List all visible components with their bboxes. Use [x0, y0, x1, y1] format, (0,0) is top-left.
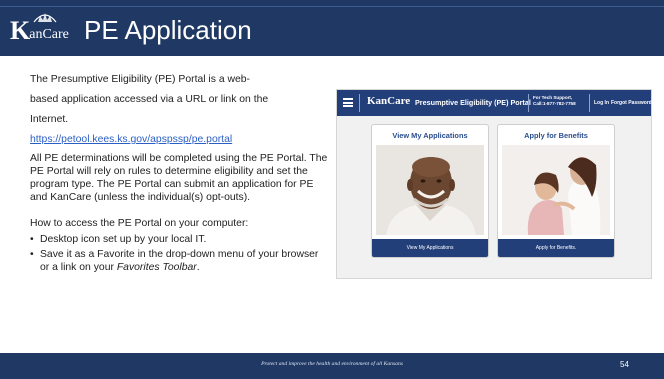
intro-line: based application accessed via a URL or … — [30, 94, 269, 105]
man-photo — [376, 145, 484, 235]
family-photo — [502, 145, 610, 235]
intro-text: The Presumptive Eligibility (PE) Portal … — [30, 70, 330, 130]
bullet-marker: • — [30, 249, 34, 260]
portal-title: Presumptive Eligibility (PE) Portal — [415, 98, 531, 107]
apply-benefits-card[interactable]: Apply for Benefits Apply for Benefits. — [497, 124, 615, 258]
portal-screenshot: KanCare Presumptive Eligibility (PE) Por… — [336, 89, 652, 279]
title-bar-rule — [0, 6, 664, 7]
header-divider — [528, 94, 529, 112]
header-divider — [359, 94, 360, 112]
bullet-text-end: . — [196, 262, 200, 273]
portal-link[interactable]: https://petool.kees.ks.gov/apspssp/pe.po… — [30, 133, 330, 146]
support-phone: Call:1-877-782-7758 — [533, 101, 576, 106]
footer-tagline: Protect and improve the health and envir… — [261, 361, 403, 367]
intro-line: Internet. — [30, 114, 69, 125]
card-title: Apply for Benefits — [524, 131, 588, 140]
card-title: View My Applications — [392, 131, 468, 140]
page-number: 54 — [620, 360, 629, 369]
smiling-man-image — [376, 145, 484, 235]
pe-portal-paragraph: All PE determinations will be completed … — [30, 153, 328, 203]
mother-child-image — [502, 145, 610, 235]
bullet-item: • Save it as a Favorite in the drop-down… — [30, 248, 330, 274]
slide-title: PE Application — [84, 15, 252, 45]
apply-benefits-button[interactable]: Apply for Benefits. — [498, 239, 614, 257]
access-heading: How to access the PE Portal on your comp… — [30, 218, 249, 229]
title-bar: KanCare PE Application — [0, 0, 664, 56]
bullet-marker: • — [30, 234, 34, 245]
intro-line: The Presumptive Eligibility (PE) Portal … — [30, 74, 251, 85]
footer-bar: Protect and improve the health and envir… — [0, 353, 664, 379]
slide-body: The Presumptive Eligibility (PE) Portal … — [30, 70, 330, 274]
view-applications-card[interactable]: View My Applications View My Application… — [371, 124, 489, 258]
favorites-toolbar-text: Favorites Toolbar — [116, 262, 197, 273]
access-bullets: • Desktop icon set up by your local IT. … — [30, 233, 330, 274]
bullet-text: Desktop icon set up by your local IT. — [40, 234, 207, 245]
login-link[interactable]: Log In — [594, 100, 609, 106]
tech-support: For Tech Support, Call:1-877-782-7758 — [533, 95, 576, 107]
view-applications-button[interactable]: View My Applications — [372, 239, 488, 257]
kancare-logo: KanCare — [10, 13, 69, 46]
logo-crown-icon — [33, 13, 57, 23]
bullet-item: • Desktop icon set up by your local IT. — [30, 233, 330, 246]
portal-logo: KanCare — [367, 95, 411, 107]
portal-header: KanCare Presumptive Eligibility (PE) Por… — [337, 90, 652, 116]
forgot-password-link[interactable]: Forgot Password — [611, 100, 652, 106]
header-divider — [589, 94, 590, 112]
hamburger-menu-icon[interactable] — [343, 98, 353, 107]
